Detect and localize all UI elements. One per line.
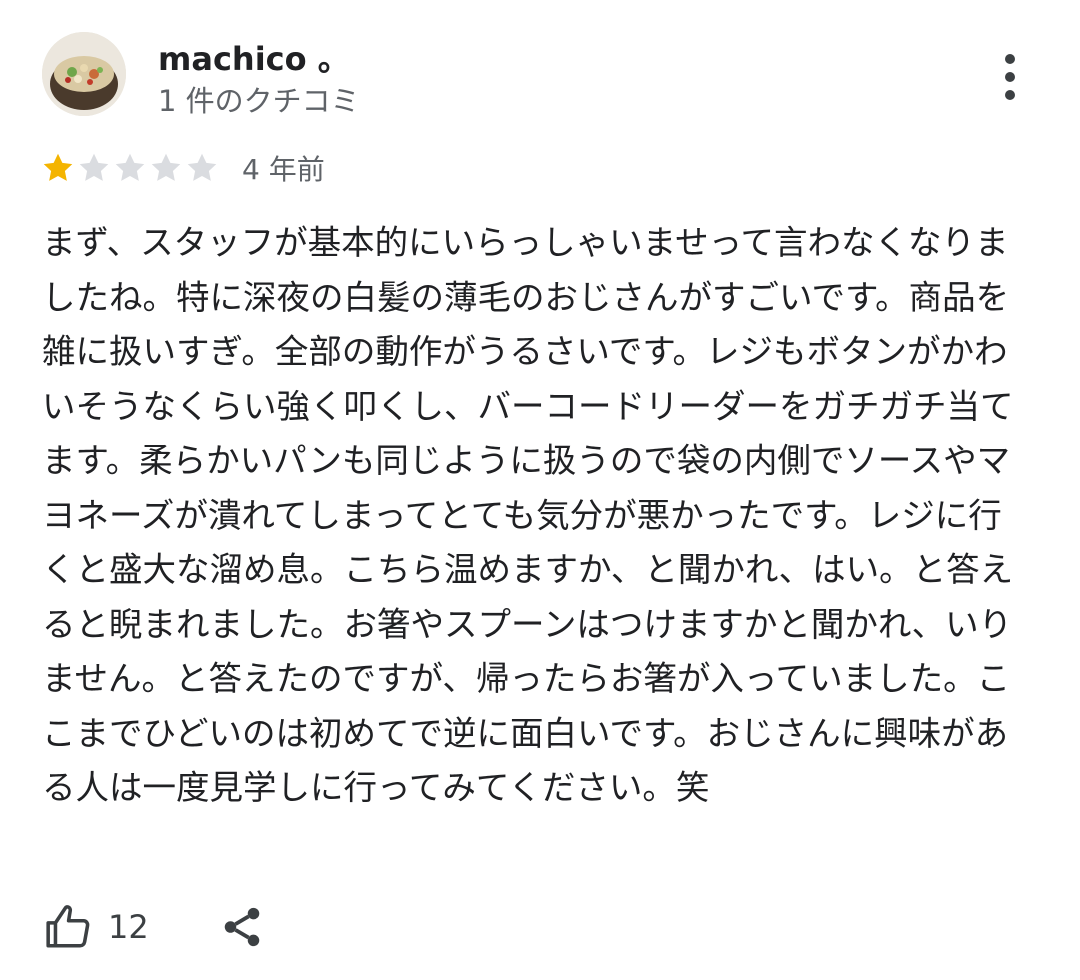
more-vert-icon bbox=[1005, 54, 1015, 64]
review-card: machico 。 1 件のクチコミ 4 年前 まず、スタッフが基本的にいらっし… bbox=[0, 0, 1080, 980]
reviewer-review-count: 1 件のクチコミ bbox=[158, 84, 360, 118]
like-count: 12 bbox=[108, 908, 149, 946]
avatar-image bbox=[42, 32, 126, 116]
share-icon bbox=[224, 907, 259, 947]
like-button[interactable]: 12 bbox=[44, 902, 149, 952]
star-empty-icon bbox=[187, 153, 217, 181]
avatar[interactable] bbox=[42, 32, 126, 116]
star-rating bbox=[40, 150, 220, 186]
review-body: まず、スタッフが基本的にいらっしゃいませって言わなくなりましたね。特に深夜の白髪… bbox=[42, 223, 1014, 807]
thumbs-up-icon bbox=[46, 905, 90, 948]
star-empty-icon bbox=[79, 153, 109, 181]
star-empty-icon bbox=[151, 153, 181, 181]
review-time: 4 年前 bbox=[242, 153, 325, 186]
more-vert-icon-dot bbox=[1005, 90, 1015, 100]
more-options-button[interactable] bbox=[990, 52, 1030, 102]
star-filled-icon bbox=[43, 153, 73, 181]
star-empty-icon bbox=[115, 153, 145, 181]
reviewer-name[interactable]: machico 。 bbox=[158, 34, 350, 80]
share-button[interactable] bbox=[219, 902, 265, 952]
rating-row: 4 年前 bbox=[40, 148, 325, 188]
more-vert-icon-dot bbox=[1005, 72, 1015, 82]
review-actions: 12 bbox=[44, 902, 265, 952]
